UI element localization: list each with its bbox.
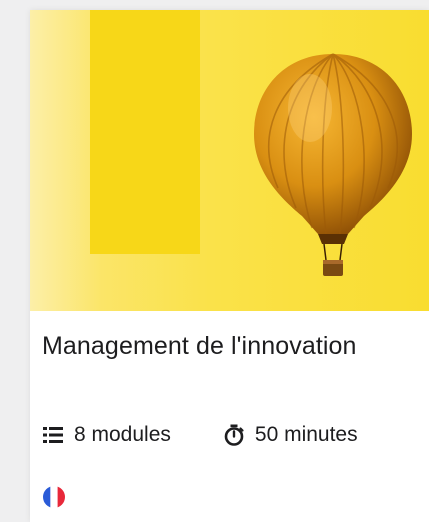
course-duration: 50 minutes: [223, 423, 358, 447]
hero-yellow-block: [90, 10, 200, 254]
course-title[interactable]: Management de l'innovation: [42, 332, 357, 361]
hot-air-balloon-image: [254, 53, 412, 276]
stopwatch-icon: [224, 424, 244, 446]
duration-label: 50 minutes: [254, 423, 358, 446]
france-flag-icon: [43, 486, 65, 508]
course-hero-image: [30, 10, 429, 311]
list-icon: [43, 427, 63, 443]
course-card[interactable]: Management de l'innovation 8 modules 50 …: [30, 10, 429, 522]
modules-count: 8 modules: [42, 423, 171, 447]
course-meta: 8 modules 50 minutes: [42, 423, 358, 447]
modules-label: 8 modules: [74, 423, 171, 446]
